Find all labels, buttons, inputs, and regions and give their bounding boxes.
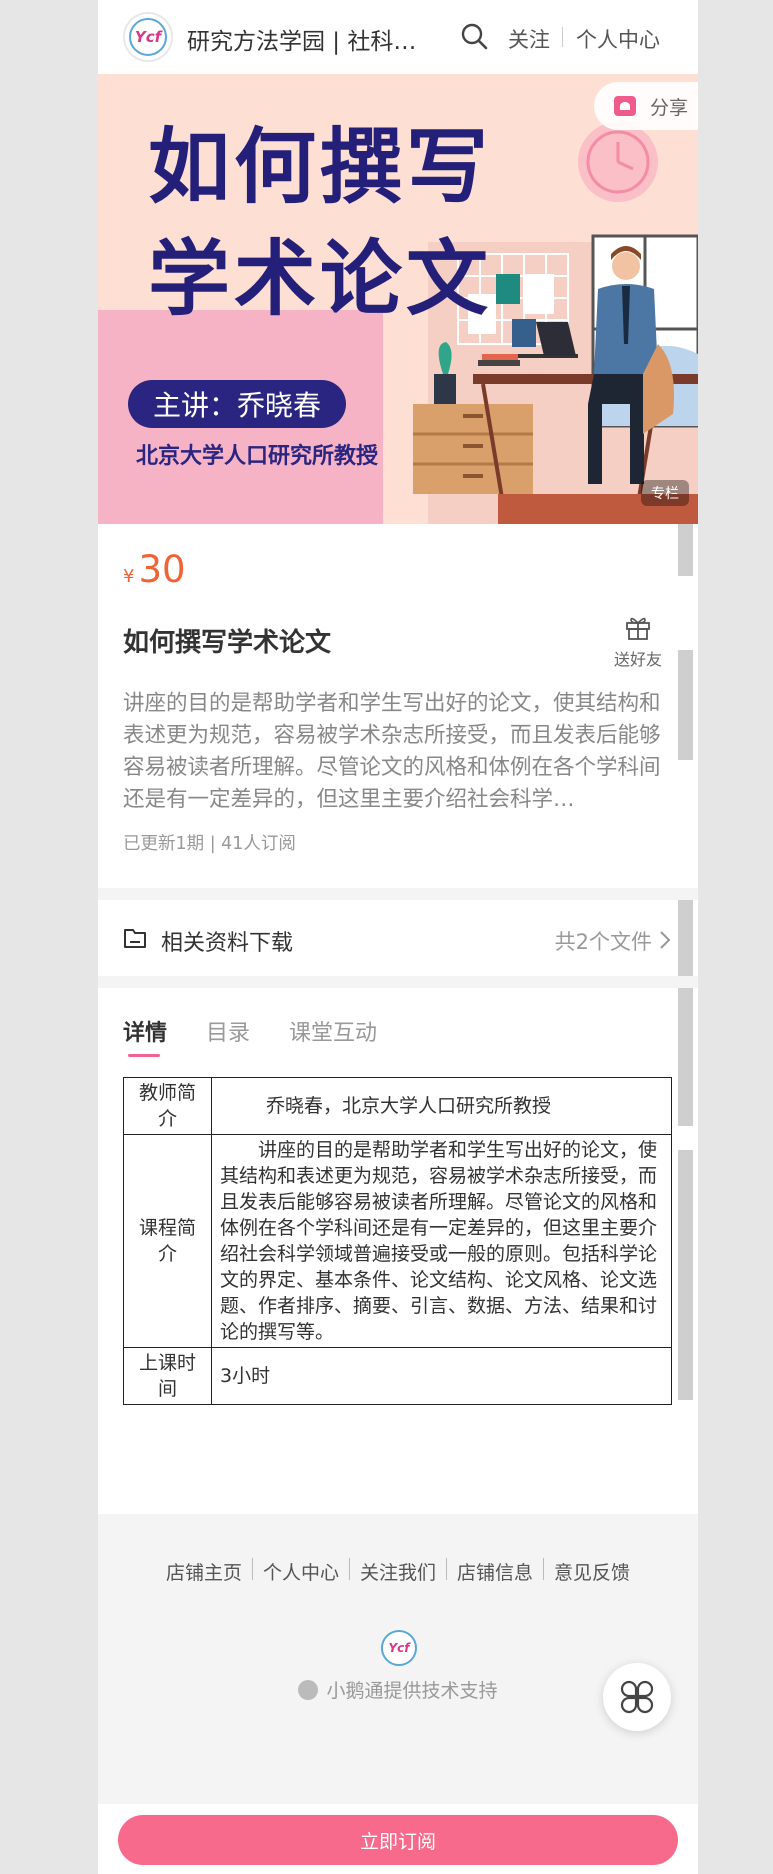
- footer-logo: Ycf: [381, 1630, 417, 1666]
- shop-logo[interactable]: Ycf: [123, 12, 173, 62]
- course-intro-label: 课程简介: [123, 1134, 212, 1348]
- class-time-label: 上课时间: [123, 1347, 212, 1405]
- footer-separator: [251, 1558, 253, 1580]
- footer-link-shop-home[interactable]: 店铺主页: [166, 1558, 242, 1585]
- course-title: 如何撰写学术论文: [123, 628, 332, 658]
- course-meta: 已更新1期 | 41人订阅: [123, 834, 296, 854]
- footer-link-shop-info[interactable]: 店铺信息: [457, 1558, 533, 1585]
- price-symbol: ¥: [123, 566, 135, 587]
- tab-active-indicator: [128, 1054, 160, 1057]
- tab-catalog[interactable]: 目录: [206, 1015, 250, 1047]
- banner-title-line2: 学术论文: [148, 232, 493, 327]
- section-divider: [98, 888, 698, 900]
- download-title: 相关资料下载: [161, 931, 294, 956]
- gift-label: 送好友: [613, 650, 662, 669]
- tab-interaction[interactable]: 课堂互动: [289, 1015, 377, 1047]
- top-header: Ycf 研究方法学园 | 社科… 关注 个人中心: [98, 0, 698, 74]
- banner-title-line1: 如何撰写: [148, 120, 493, 215]
- column-tag: 专栏: [641, 480, 689, 506]
- folder-icon: [124, 929, 146, 948]
- personal-center-link[interactable]: 个人中心: [576, 24, 660, 54]
- class-time-value: 3小时: [211, 1347, 672, 1405]
- footer-link-personal-center[interactable]: 个人中心: [263, 1558, 339, 1585]
- footer-link-feedback[interactable]: 意见反馈: [554, 1558, 630, 1585]
- teacher-label: 教师简介: [123, 1077, 212, 1135]
- footer-links: 店铺主页 个人中心 关注我们 店铺信息 意见反馈: [98, 1558, 698, 1585]
- share-button[interactable]: 分享: [594, 82, 698, 130]
- course-price: ¥ 30: [123, 548, 186, 591]
- header-divider: [562, 27, 563, 47]
- gift-icon: [626, 617, 650, 640]
- section-divider: [98, 976, 698, 988]
- bottom-action-bar: 立即订阅: [98, 1804, 698, 1874]
- page: Ycf 研究方法学园 | 社科… 关注 个人中心 如何撰写 学术论文 主讲：乔晓…: [98, 0, 698, 1874]
- share-label: 分享: [650, 96, 689, 119]
- price-value: 30: [138, 548, 186, 591]
- xiaoe-icon: [298, 1680, 319, 1700]
- chevron-right-icon: [660, 931, 671, 949]
- lecturer-badge: 主讲：乔晓春: [128, 380, 346, 428]
- footer-separator: [543, 1558, 545, 1580]
- share-icon: [614, 96, 636, 116]
- page-footer: 店铺主页 个人中心 关注我们 店铺信息 意见反馈 Ycf 小鹅通提供技术支持: [98, 1514, 698, 1804]
- scrollbar-segment[interactable]: [678, 650, 693, 760]
- download-count[interactable]: 共2个文件: [555, 926, 652, 956]
- course-description: 讲座的目的是帮助学者和学生写出好的论文，使其结构和表述更为规范，容易被学术杂志所…: [123, 691, 661, 812]
- shop-name[interactable]: 研究方法学园 | 社科…: [187, 22, 416, 56]
- scrollbar-segment[interactable]: [678, 1150, 693, 1400]
- course-banner: 如何撰写 学术论文 主讲：乔晓春 北京大学人口研究所教授 专栏 分享: [98, 74, 698, 524]
- footer-link-follow-us[interactable]: 关注我们: [360, 1558, 436, 1585]
- subscribe-button[interactable]: 立即订阅: [118, 1815, 678, 1865]
- teacher-value: 乔晓春，北京大学人口研究所教授: [211, 1077, 672, 1135]
- shop-logo-mark: Ycf: [129, 18, 167, 56]
- table-row: 课程简介 讲座的目的是帮助学者和学生写出好的论文，使其结构和表述更为规范，容易被…: [123, 1134, 672, 1348]
- lecturer-org: 北京大学人口研究所教授: [136, 444, 379, 469]
- tab-details[interactable]: 详情: [123, 1015, 167, 1047]
- grid-menu-icon: [620, 1680, 654, 1714]
- scrollbar-segment[interactable]: [678, 524, 693, 576]
- tech-support-text: 小鹅通提供技术支持: [326, 1680, 498, 1702]
- footer-separator: [446, 1558, 447, 1580]
- footer-separator: [348, 1558, 350, 1580]
- gift-to-friend-button[interactable]: 送好友: [613, 614, 663, 670]
- floating-menu-button[interactable]: [603, 1663, 671, 1731]
- course-intro-value: 讲座的目的是帮助学者和学生写出好的论文，使其结构和表述更为规范，容易被学术杂志所…: [211, 1134, 672, 1348]
- follow-link[interactable]: 关注: [508, 24, 550, 54]
- details-table: 教师简介 乔晓春，北京大学人口研究所教授 课程简介 讲座的目的是帮助学者和学生写…: [123, 1077, 672, 1405]
- table-row: 上课时间 3小时: [123, 1347, 672, 1405]
- table-row: 教师简介 乔晓春，北京大学人口研究所教授: [123, 1077, 672, 1135]
- search-icon[interactable]: [460, 22, 488, 50]
